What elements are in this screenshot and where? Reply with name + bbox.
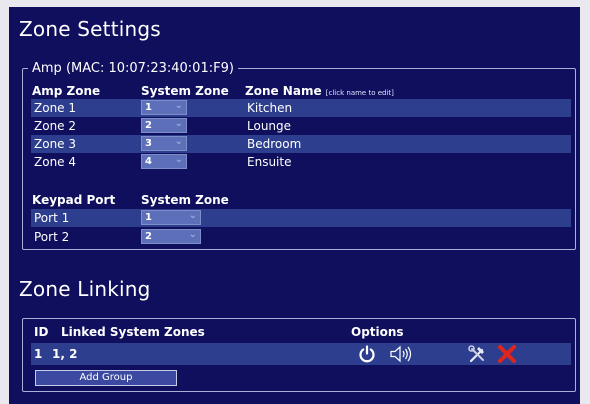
port-row: Port 2 2 ⌄ [31,228,571,246]
id-header: ID [34,325,49,339]
chevron-down-icon: ⌄ [174,136,183,147]
chevron-down-icon: ⌄ [188,229,197,240]
chevron-down-icon: ⌄ [188,210,197,221]
zone-linking-title: Zone Linking [19,277,151,301]
port-system-zone-select[interactable]: 1 ⌄ [141,210,201,225]
port-label: Port 1 [34,211,70,225]
group-linked-zones: 1, 2 [52,347,78,361]
zone-settings-title: Zone Settings [19,17,161,41]
amp-zone-header: Amp Zone [32,84,101,98]
zone-name-header-label: Zone Name [245,84,322,98]
zone-name-edit-note: [click name to edit] [325,89,394,97]
amp-zone-label: Zone 2 [34,119,76,133]
amp-zone-label: Zone 3 [34,137,76,151]
delete-icon[interactable] [497,344,517,368]
chevron-down-icon: ⌄ [174,154,183,165]
system-zone-select[interactable]: 4 ⌄ [141,154,187,169]
zone-name-link[interactable]: Lounge [247,119,291,133]
system-zone-select[interactable]: 1 ⌄ [141,100,187,115]
port-row: Port 1 1 ⌄ [31,209,571,227]
power-icon[interactable] [357,344,377,368]
zone-name-link[interactable]: Kitchen [247,101,292,115]
keypad-system-zone-header: System Zone [141,193,229,207]
keypad-port-header: Keypad Port [32,193,116,207]
port-label: Port 2 [34,230,70,244]
port-system-zone-value: 1 [145,212,152,223]
system-zone-value: 4 [145,156,152,167]
amp-zone-label: Zone 1 [34,101,76,115]
chevron-down-icon: ⌄ [174,100,183,111]
system-zone-value: 3 [145,138,152,149]
options-header: Options [351,325,404,339]
speaker-icon[interactable] [389,344,413,368]
zone-row: Zone 3 3 ⌄ Bedroom [31,135,571,153]
zone-name-link[interactable]: Bedroom [247,137,301,151]
tools-icon[interactable] [467,344,487,368]
amp-zone-label: Zone 4 [34,155,76,169]
link-group-row: 1 1, 2 [31,343,571,365]
port-system-zone-value: 2 [145,231,152,242]
port-system-zone-select[interactable]: 2 ⌄ [141,229,201,244]
system-zone-select[interactable]: 3 ⌄ [141,136,187,151]
zone-name-header: Zone Name [click name to edit] [245,84,394,98]
group-id: 1 [34,347,43,361]
add-group-button[interactable]: Add Group [35,370,177,386]
system-zone-header: System Zone [141,84,229,98]
system-zone-select[interactable]: 2 ⌄ [141,118,187,133]
zone-row: Zone 1 1 ⌄ Kitchen [31,99,571,117]
zone-settings-panel: Zone Settings Amp (MAC: 10:07:23:40:01:F… [9,7,580,404]
zone-name-link[interactable]: Ensuite [247,155,291,169]
amp-legend: Amp (MAC: 10:07:23:40:01:F9) [28,61,238,76]
zone-row: Zone 4 4 ⌄ Ensuite [31,153,571,171]
chevron-down-icon: ⌄ [174,118,183,129]
linked-zones-header: Linked System Zones [61,325,205,339]
system-zone-value: 1 [145,102,152,113]
zone-row: Zone 2 2 ⌄ Lounge [31,117,571,135]
system-zone-value: 2 [145,120,152,131]
